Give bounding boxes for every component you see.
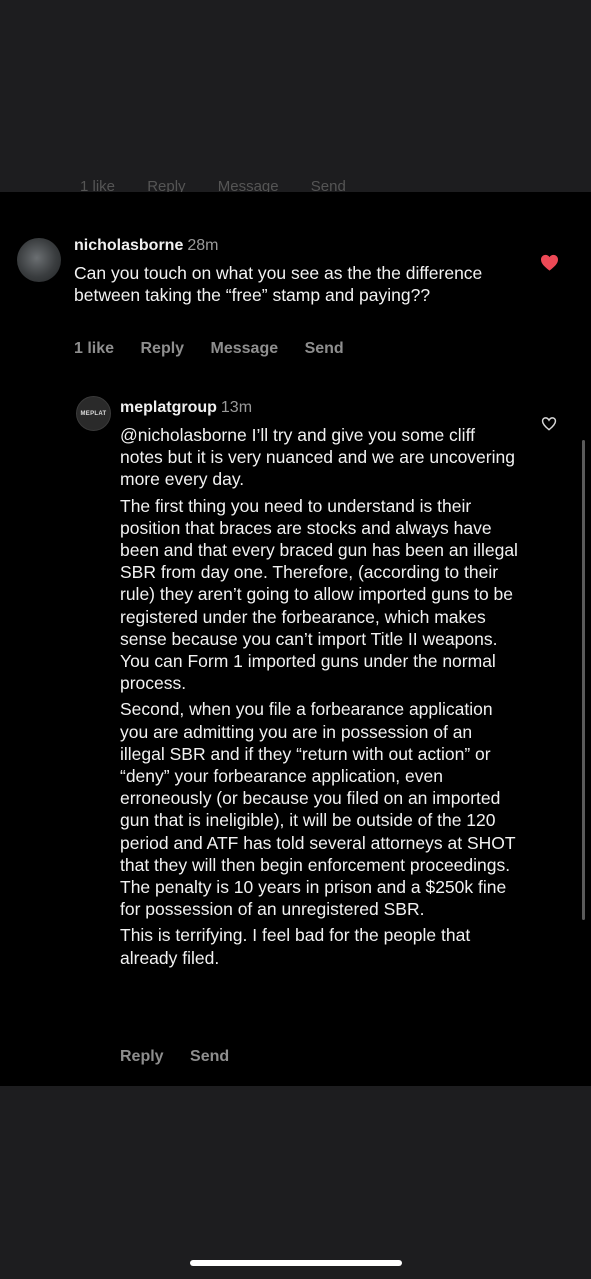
home-indicator[interactable] (190, 1260, 402, 1266)
comment-actions: Reply Send (120, 1048, 251, 1066)
comment-header: meplatgroup 13m (120, 398, 252, 418)
paragraph: This is terrifying. I feel bad for the p… (120, 925, 471, 968)
timestamp: 13m (220, 399, 253, 416)
bottom-background (0, 1086, 591, 1279)
previous-comment-actions: 1 like Reply Message Send (80, 178, 374, 192)
message-button[interactable]: Message (211, 340, 279, 357)
previous-send: Send (310, 178, 346, 192)
reply-button[interactable]: Reply (140, 340, 184, 357)
brand-logo: MEPLAT (80, 410, 107, 417)
previous-message: Message (217, 178, 279, 192)
comment-meplatgroup: MEPLAT meplatgroup 13m @nicholasborne I’l… (0, 390, 591, 1080)
scrollbar[interactable] (582, 440, 585, 920)
timestamp: 28m (187, 237, 219, 254)
paragraph: @nicholasborne I’ll try and give you som… (120, 425, 515, 490)
comment-text: @nicholasborne I’ll try and give you som… (120, 424, 520, 973)
comment-actions: 1 like Reply Message Send (74, 340, 366, 358)
avatar[interactable] (17, 238, 61, 282)
heart-outline-icon[interactable] (541, 416, 557, 436)
likes-count[interactable]: 1 like (74, 340, 114, 357)
heart-filled-icon[interactable] (540, 254, 559, 276)
previous-reply: Reply (147, 178, 186, 192)
avatar[interactable]: MEPLAT (76, 396, 111, 431)
send-button[interactable]: Send (190, 1048, 229, 1065)
username[interactable]: nicholasborne (74, 237, 183, 254)
comment-header: nicholasborne 28m (74, 236, 218, 256)
comment-nicholasborne: nicholasborne 28m Can you touch on what y… (0, 230, 591, 370)
send-button[interactable]: Send (305, 340, 344, 357)
top-background (0, 0, 591, 192)
paragraph: The first thing you need to understand i… (120, 495, 518, 694)
reply-button[interactable]: Reply (120, 1048, 164, 1065)
username[interactable]: meplatgroup (120, 399, 217, 416)
comment-text: Can you touch on what you see as the the… (74, 263, 483, 306)
paragraph: Second, when you file a forbearance appl… (120, 699, 516, 920)
previous-likes: 1 like (80, 178, 116, 192)
